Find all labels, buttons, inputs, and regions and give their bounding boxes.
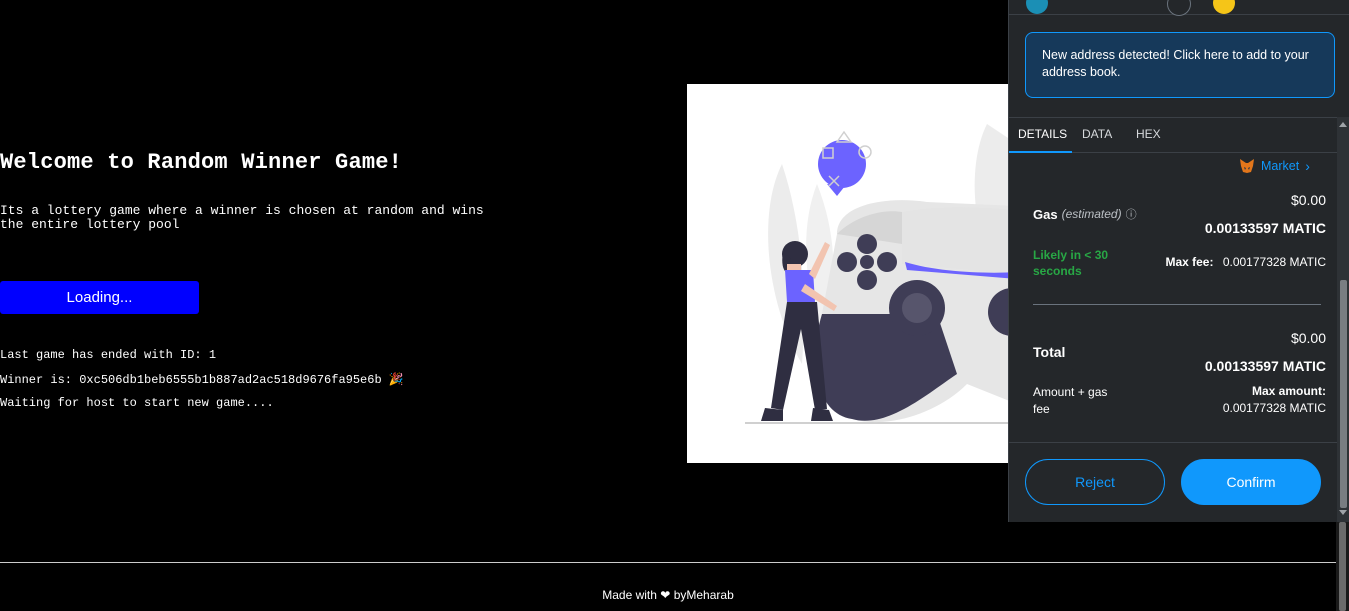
popup-header (1009, 0, 1349, 16)
gas-amount: 0.00133597 MATIC (1204, 220, 1326, 236)
max-fee-value: 0.00177328 MATIC (1222, 255, 1326, 269)
reject-button[interactable]: Reject (1025, 459, 1165, 505)
footer-author: byMeharab (673, 588, 734, 602)
gas-likely-time: Likely in < 30 seconds (1033, 248, 1109, 278)
metamask-popup: New address detected! Click here to add … (1008, 0, 1349, 522)
popup-scrollbar[interactable] (1337, 117, 1349, 522)
gas-estimated: (estimated) (1061, 207, 1122, 221)
max-fee-row: Max fee: 0.00177328 MATIC (1165, 255, 1326, 269)
page-footer: Made with ❤ byMeharab (0, 588, 1336, 602)
last-game-status: Last game has ended with ID: 1 (0, 348, 217, 362)
gamer-controller-illustration (745, 124, 1017, 424)
arrow-circle-icon (1167, 0, 1191, 16)
gas-label-row: Gas (estimated) ⓘ (1033, 206, 1137, 222)
popup-scrollbar-thumb[interactable] (1340, 280, 1347, 508)
tab-hex[interactable]: HEX (1136, 127, 1161, 141)
details-tabs: DETAILS DATA HEX (1009, 117, 1337, 153)
winner-status: Winner is: 0xc506db1beb6555b1b887ad2ac51… (0, 373, 404, 387)
network-avatar-icon (1026, 0, 1048, 14)
scroll-down-icon[interactable] (1339, 510, 1347, 515)
gas-usd: $0.00 (1290, 192, 1326, 208)
max-amount-label: Max amount: (1251, 384, 1326, 398)
heart-icon: ❤ (660, 588, 671, 602)
new-address-notice[interactable]: New address detected! Click here to add … (1025, 32, 1335, 98)
loading-button[interactable]: Loading... (0, 281, 199, 314)
metamask-fox-icon (1240, 159, 1254, 173)
tab-details[interactable]: DETAILS (1018, 127, 1067, 141)
total-amount: 0.00133597 MATIC (1204, 358, 1326, 374)
gas-label: Gas (1033, 206, 1058, 222)
game-description: Its a lottery game where a winner is cho… (0, 203, 484, 232)
waiting-status: Waiting for host to start new game.... (0, 396, 274, 410)
scroll-up-icon[interactable] (1339, 122, 1347, 127)
footer-divider (0, 562, 1336, 563)
page-scrollbar-thumb[interactable] (1339, 522, 1346, 611)
active-tab-indicator (1009, 151, 1072, 153)
info-icon[interactable]: ⓘ (1126, 206, 1137, 222)
hero-illustration (687, 84, 1017, 463)
page-title: Welcome to Random Winner Game! (0, 150, 403, 175)
max-fee-label: Max fee: (1165, 255, 1214, 269)
actions-divider (1009, 442, 1337, 443)
max-amount-value: 0.00177328 MATIC (1222, 401, 1326, 415)
total-label: Total (1033, 344, 1066, 360)
section-divider (1033, 304, 1321, 305)
chevron-right-icon[interactable]: › (1305, 158, 1310, 174)
total-usd: $0.00 (1290, 330, 1326, 346)
confirm-button[interactable]: Confirm (1181, 459, 1321, 505)
market-link[interactable]: Market › (1239, 158, 1310, 174)
footer-prefix: Made with (602, 588, 657, 602)
total-sub-label: Amount + gas fee (1033, 385, 1108, 416)
market-label[interactable]: Market (1261, 159, 1299, 173)
tab-data[interactable]: DATA (1082, 127, 1112, 141)
recipient-avatar-icon (1213, 0, 1235, 14)
